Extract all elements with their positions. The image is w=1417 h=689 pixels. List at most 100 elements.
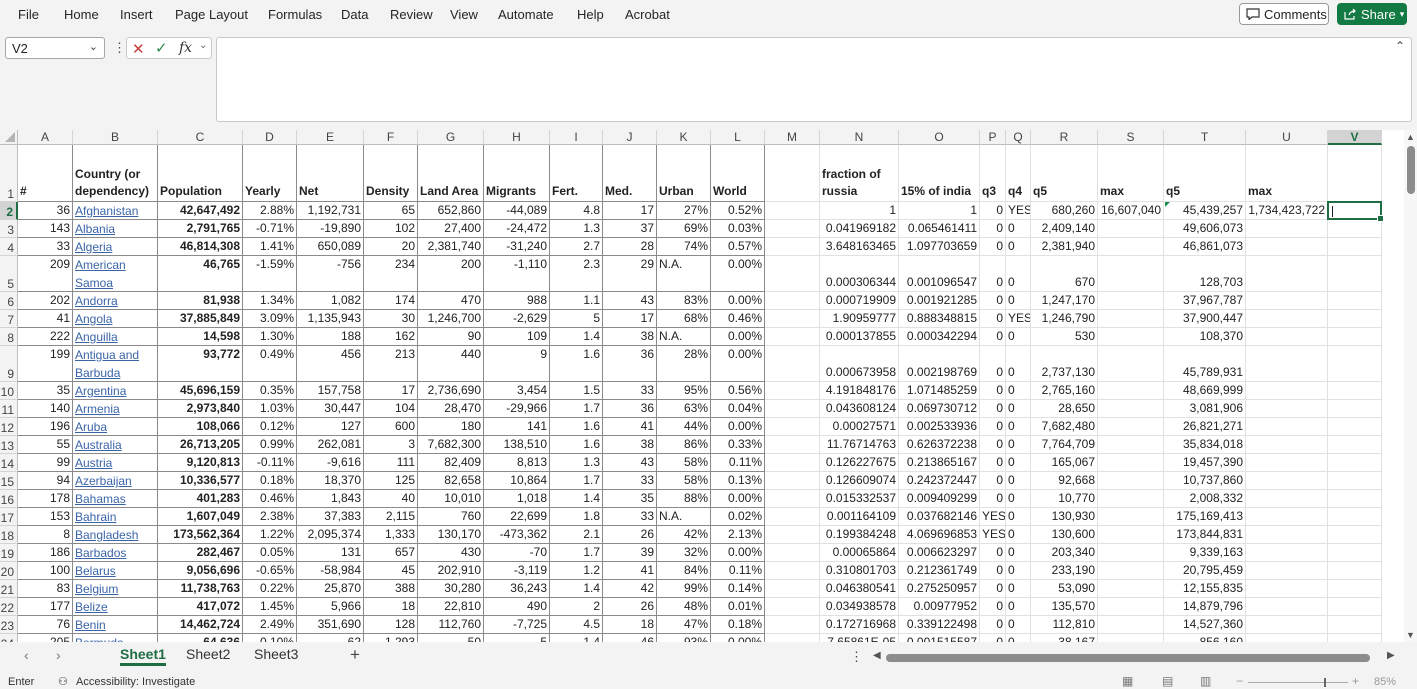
cell-s24[interactable] xyxy=(1098,634,1164,642)
zoom-slider-handle[interactable] xyxy=(1324,678,1326,687)
cell-o13[interactable]: 0.626372238 xyxy=(899,436,980,454)
scroll-right-icon[interactable]: ▶ xyxy=(1387,650,1395,661)
row-header-10[interactable]: 10 xyxy=(0,382,18,400)
cell-d22[interactable]: 1.45% xyxy=(243,598,297,616)
cell-r10[interactable]: 2,765,160 xyxy=(1031,382,1098,400)
cell-c9[interactable]: 93,772 xyxy=(158,346,243,382)
cell-s11[interactable] xyxy=(1098,400,1164,418)
insert-function-icon[interactable]: fx xyxy=(179,40,192,56)
page-break-view-icon[interactable]: ▥ xyxy=(1200,674,1211,688)
cell-u12[interactable] xyxy=(1246,418,1328,436)
cell-e22[interactable]: 5,966 xyxy=(297,598,364,616)
cell-f11[interactable]: 104 xyxy=(364,400,418,418)
column-header-t[interactable]: T xyxy=(1164,130,1246,145)
cell-q5[interactable]: 0 xyxy=(1006,256,1031,292)
cell-k5[interactable]: N.A. xyxy=(657,256,711,292)
cell-c16[interactable]: 401,283 xyxy=(158,490,243,508)
column-header-d[interactable]: D xyxy=(243,130,297,145)
cell-s22[interactable] xyxy=(1098,598,1164,616)
cell-s21[interactable] xyxy=(1098,580,1164,598)
column-header-r[interactable]: R xyxy=(1031,130,1098,145)
cell-h13[interactable]: 138,510 xyxy=(484,436,550,454)
cell-e8[interactable]: 188 xyxy=(297,328,364,346)
cell-m17[interactable] xyxy=(765,508,820,526)
cell-a2[interactable]: 36 xyxy=(18,202,73,220)
cell-c5[interactable]: 46,765 xyxy=(158,256,243,292)
cell-u22[interactable] xyxy=(1246,598,1328,616)
cell-r11[interactable]: 28,650 xyxy=(1031,400,1098,418)
share-button[interactable]: Share ▾ xyxy=(1337,3,1407,25)
country-link[interactable]: Antigua and Barbuda xyxy=(73,346,158,382)
cell-j9[interactable]: 36 xyxy=(603,346,657,382)
horizontal-scroll-thumb[interactable] xyxy=(886,654,1370,662)
cell-h22[interactable]: 490 xyxy=(484,598,550,616)
cell-g7[interactable]: 1,246,700 xyxy=(418,310,484,328)
column-header-u[interactable]: U xyxy=(1246,130,1328,145)
cell-h24[interactable]: -5 xyxy=(484,634,550,642)
cell-j12[interactable]: 41 xyxy=(603,418,657,436)
column-header-s[interactable]: S xyxy=(1098,130,1164,145)
cell-t17[interactable]: 175,169,413 xyxy=(1164,508,1246,526)
cell-i2[interactable]: 4.8 xyxy=(550,202,603,220)
cell-h19[interactable]: -70 xyxy=(484,544,550,562)
cell-q19[interactable]: 0 xyxy=(1006,544,1031,562)
cell-p8[interactable]: 0 xyxy=(980,328,1006,346)
cell-c23[interactable]: 14,462,724 xyxy=(158,616,243,634)
cell-o21[interactable]: 0.275250957 xyxy=(899,580,980,598)
row-header-12[interactable]: 12 xyxy=(0,418,18,436)
cell-v17[interactable] xyxy=(1328,508,1382,526)
cell-u17[interactable] xyxy=(1246,508,1328,526)
cell-q21[interactable]: 0 xyxy=(1006,580,1031,598)
cell-i3[interactable]: 1.3 xyxy=(550,220,603,238)
cell-p18[interactable]: YES xyxy=(980,526,1006,544)
cell-q6[interactable]: 0 xyxy=(1006,292,1031,310)
cell-c13[interactable]: 26,713,205 xyxy=(158,436,243,454)
cell-o19[interactable]: 0.006623297 xyxy=(899,544,980,562)
cell-g18[interactable]: 130,170 xyxy=(418,526,484,544)
cell-g6[interactable]: 470 xyxy=(418,292,484,310)
column-header-o[interactable]: O xyxy=(899,130,980,145)
cell-e17[interactable]: 37,383 xyxy=(297,508,364,526)
cell-i10[interactable]: 1.5 xyxy=(550,382,603,400)
cell-o15[interactable]: 0.242372447 xyxy=(899,472,980,490)
cell-c3[interactable]: 2,791,765 xyxy=(158,220,243,238)
cell-p19[interactable]: 0 xyxy=(980,544,1006,562)
cell-a21[interactable]: 83 xyxy=(18,580,73,598)
cell-i21[interactable]: 1.4 xyxy=(550,580,603,598)
cell-q2[interactable]: YES xyxy=(1006,202,1031,220)
cell-m3[interactable] xyxy=(765,220,820,238)
cell-r23[interactable]: 112,810 xyxy=(1031,616,1098,634)
cell-d8[interactable]: 1.30% xyxy=(243,328,297,346)
accessibility-status[interactable]: Accessibility: Investigate xyxy=(76,676,195,688)
cell-e21[interactable]: 25,870 xyxy=(297,580,364,598)
cell-m16[interactable] xyxy=(765,490,820,508)
cell-k11[interactable]: 63% xyxy=(657,400,711,418)
cell-h11[interactable]: -29,966 xyxy=(484,400,550,418)
name-box[interactable]: V2 ⌄ xyxy=(5,37,105,59)
cell-e6[interactable]: 1,082 xyxy=(297,292,364,310)
cell-h16[interactable]: 1,018 xyxy=(484,490,550,508)
cell-s9[interactable] xyxy=(1098,346,1164,382)
cell-o8[interactable]: 0.000342294 xyxy=(899,328,980,346)
cell-t7[interactable]: 37,900,447 xyxy=(1164,310,1246,328)
cell-k9[interactable]: 28% xyxy=(657,346,711,382)
cell-f24[interactable]: 1,293 xyxy=(364,634,418,642)
cell-g17[interactable]: 760 xyxy=(418,508,484,526)
cell-k8[interactable]: N.A. xyxy=(657,328,711,346)
cell-s5[interactable] xyxy=(1098,256,1164,292)
prev-sheet-icon[interactable]: ‹ xyxy=(24,647,29,663)
cell-c14[interactable]: 9,120,813 xyxy=(158,454,243,472)
cell-f12[interactable]: 600 xyxy=(364,418,418,436)
cell-v18[interactable] xyxy=(1328,526,1382,544)
cell-u11[interactable] xyxy=(1246,400,1328,418)
sheet-tab-sheet3[interactable]: Sheet3 xyxy=(254,646,298,662)
cell-i19[interactable]: 1.7 xyxy=(550,544,603,562)
row-header-19[interactable]: 19 xyxy=(0,544,18,562)
header-cell-a[interactable]: # xyxy=(18,145,73,202)
collapse-icon[interactable]: ⌃ xyxy=(1395,39,1405,53)
cell-r14[interactable]: 165,067 xyxy=(1031,454,1098,472)
cell-g14[interactable]: 82,409 xyxy=(418,454,484,472)
country-link[interactable]: Austria xyxy=(73,454,158,472)
cell-c21[interactable]: 11,738,763 xyxy=(158,580,243,598)
cell-l7[interactable]: 0.46% xyxy=(711,310,765,328)
